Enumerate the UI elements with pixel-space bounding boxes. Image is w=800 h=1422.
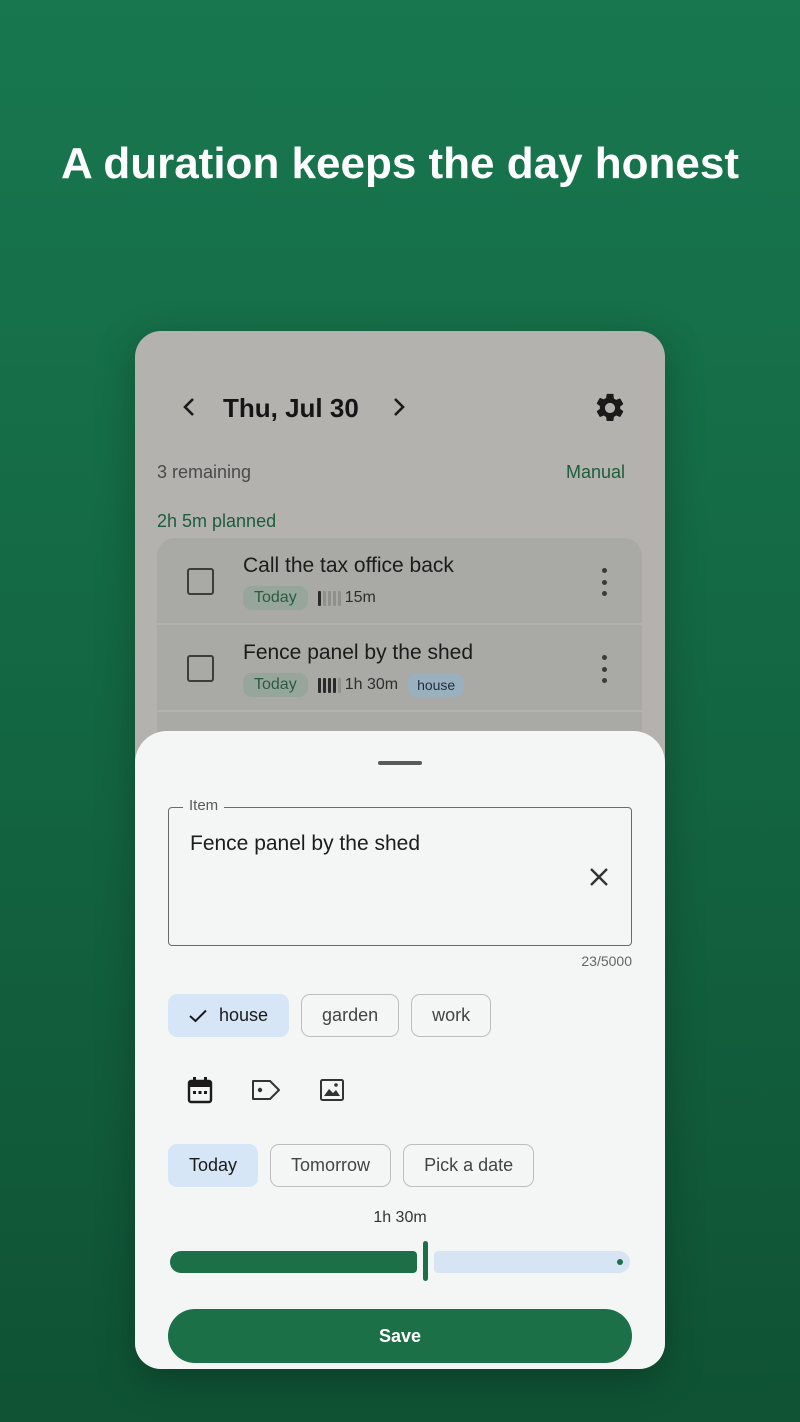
settings-button[interactable] (593, 391, 627, 425)
slider-inactive-track (434, 1251, 630, 1273)
close-icon (590, 868, 608, 886)
slider-end-stop (617, 1259, 623, 1265)
toolbar (185, 1075, 347, 1105)
tag-button[interactable] (251, 1075, 281, 1105)
gear-icon (596, 393, 624, 422)
save-button[interactable]: Save (168, 1309, 632, 1363)
edit-bottom-sheet: Item 23/5000 house garden work (135, 731, 665, 1369)
chip-label: garden (322, 1005, 379, 1025)
date-chips: Today Tomorrow Pick a date (168, 1144, 535, 1187)
duration-bars-icon (317, 677, 341, 693)
check-icon (189, 1009, 207, 1023)
next-day-button[interactable] (383, 391, 415, 423)
task-checkbox[interactable] (187, 568, 214, 595)
chip-label: work (432, 1005, 471, 1025)
task-meta: Today 1h 30m house (243, 673, 465, 697)
item-field-label: Item (183, 797, 225, 814)
slider-active-track (170, 1251, 417, 1273)
due-badge: Today (243, 673, 308, 697)
character-counter: 23/5000 (581, 953, 632, 969)
date-chip-tomorrow[interactable]: Tomorrow (270, 1144, 392, 1187)
sort-mode-button[interactable]: Manual (566, 462, 625, 483)
task-row[interactable]: Fence panel by the shed Today 1h 30m hou… (157, 625, 642, 712)
tag-chips: house garden work (168, 994, 492, 1037)
date-title[interactable]: Thu, Jul 30 (223, 391, 359, 425)
date-chip-pick[interactable]: Pick a date (403, 1144, 535, 1187)
image-button[interactable] (317, 1075, 347, 1105)
task-title: Call the tax office back (243, 554, 454, 577)
previous-day-button[interactable] (173, 391, 205, 423)
tag-badge: house (408, 673, 465, 697)
item-field[interactable]: Item (168, 797, 632, 946)
duration-text: 15m (344, 589, 376, 606)
task-meta: Today 15m (243, 586, 376, 610)
duration-bars-icon (317, 590, 341, 606)
date-chip-today[interactable]: Today (168, 1144, 259, 1187)
planned-total: 2h 5m planned (157, 511, 277, 531)
chevron-right-icon (394, 398, 405, 416)
duration-value: 1h 30m (373, 1209, 427, 1226)
drag-handle[interactable] (378, 761, 422, 765)
item-input[interactable] (190, 832, 570, 856)
tag-chip-work[interactable]: work (411, 994, 492, 1037)
tag-chip-garden[interactable]: garden (301, 994, 400, 1037)
slider-thumb[interactable] (423, 1241, 428, 1281)
tag-chip-house[interactable]: house (168, 994, 290, 1037)
chip-label: Tomorrow (291, 1155, 371, 1175)
task-row[interactable]: Call the tax office back Today 15m (157, 538, 642, 625)
duration-indicator: 1h 30m (317, 676, 399, 694)
duration-slider[interactable] (170, 1241, 630, 1281)
more-options-icon[interactable] (600, 655, 608, 683)
phone-screen: Thu, Jul 30 3 remaining Manual 2h 5m pla… (135, 331, 665, 1369)
duration-indicator: 15m (317, 589, 376, 607)
calendar-icon (187, 1077, 213, 1104)
task-list: Call the tax office back Today 15m Fence… (157, 538, 642, 742)
more-options-icon[interactable] (600, 568, 608, 596)
chip-label: Today (189, 1155, 238, 1175)
duration-text: 1h 30m (344, 676, 399, 693)
remaining-count: 3 remaining (157, 462, 252, 482)
clear-button[interactable] (585, 863, 613, 891)
chip-label: Pick a date (424, 1155, 514, 1175)
top-bar: Thu, Jul 30 (135, 331, 665, 471)
chevron-left-icon (183, 398, 194, 416)
tag-icon (252, 1080, 280, 1100)
image-icon (320, 1079, 344, 1101)
calendar-button[interactable] (185, 1075, 215, 1105)
task-title: Fence panel by the shed (243, 641, 473, 664)
headline: A duration keeps the day honest (60, 139, 740, 188)
task-checkbox[interactable] (187, 655, 214, 682)
chip-label: house (219, 1005, 269, 1025)
due-badge: Today (243, 586, 308, 610)
